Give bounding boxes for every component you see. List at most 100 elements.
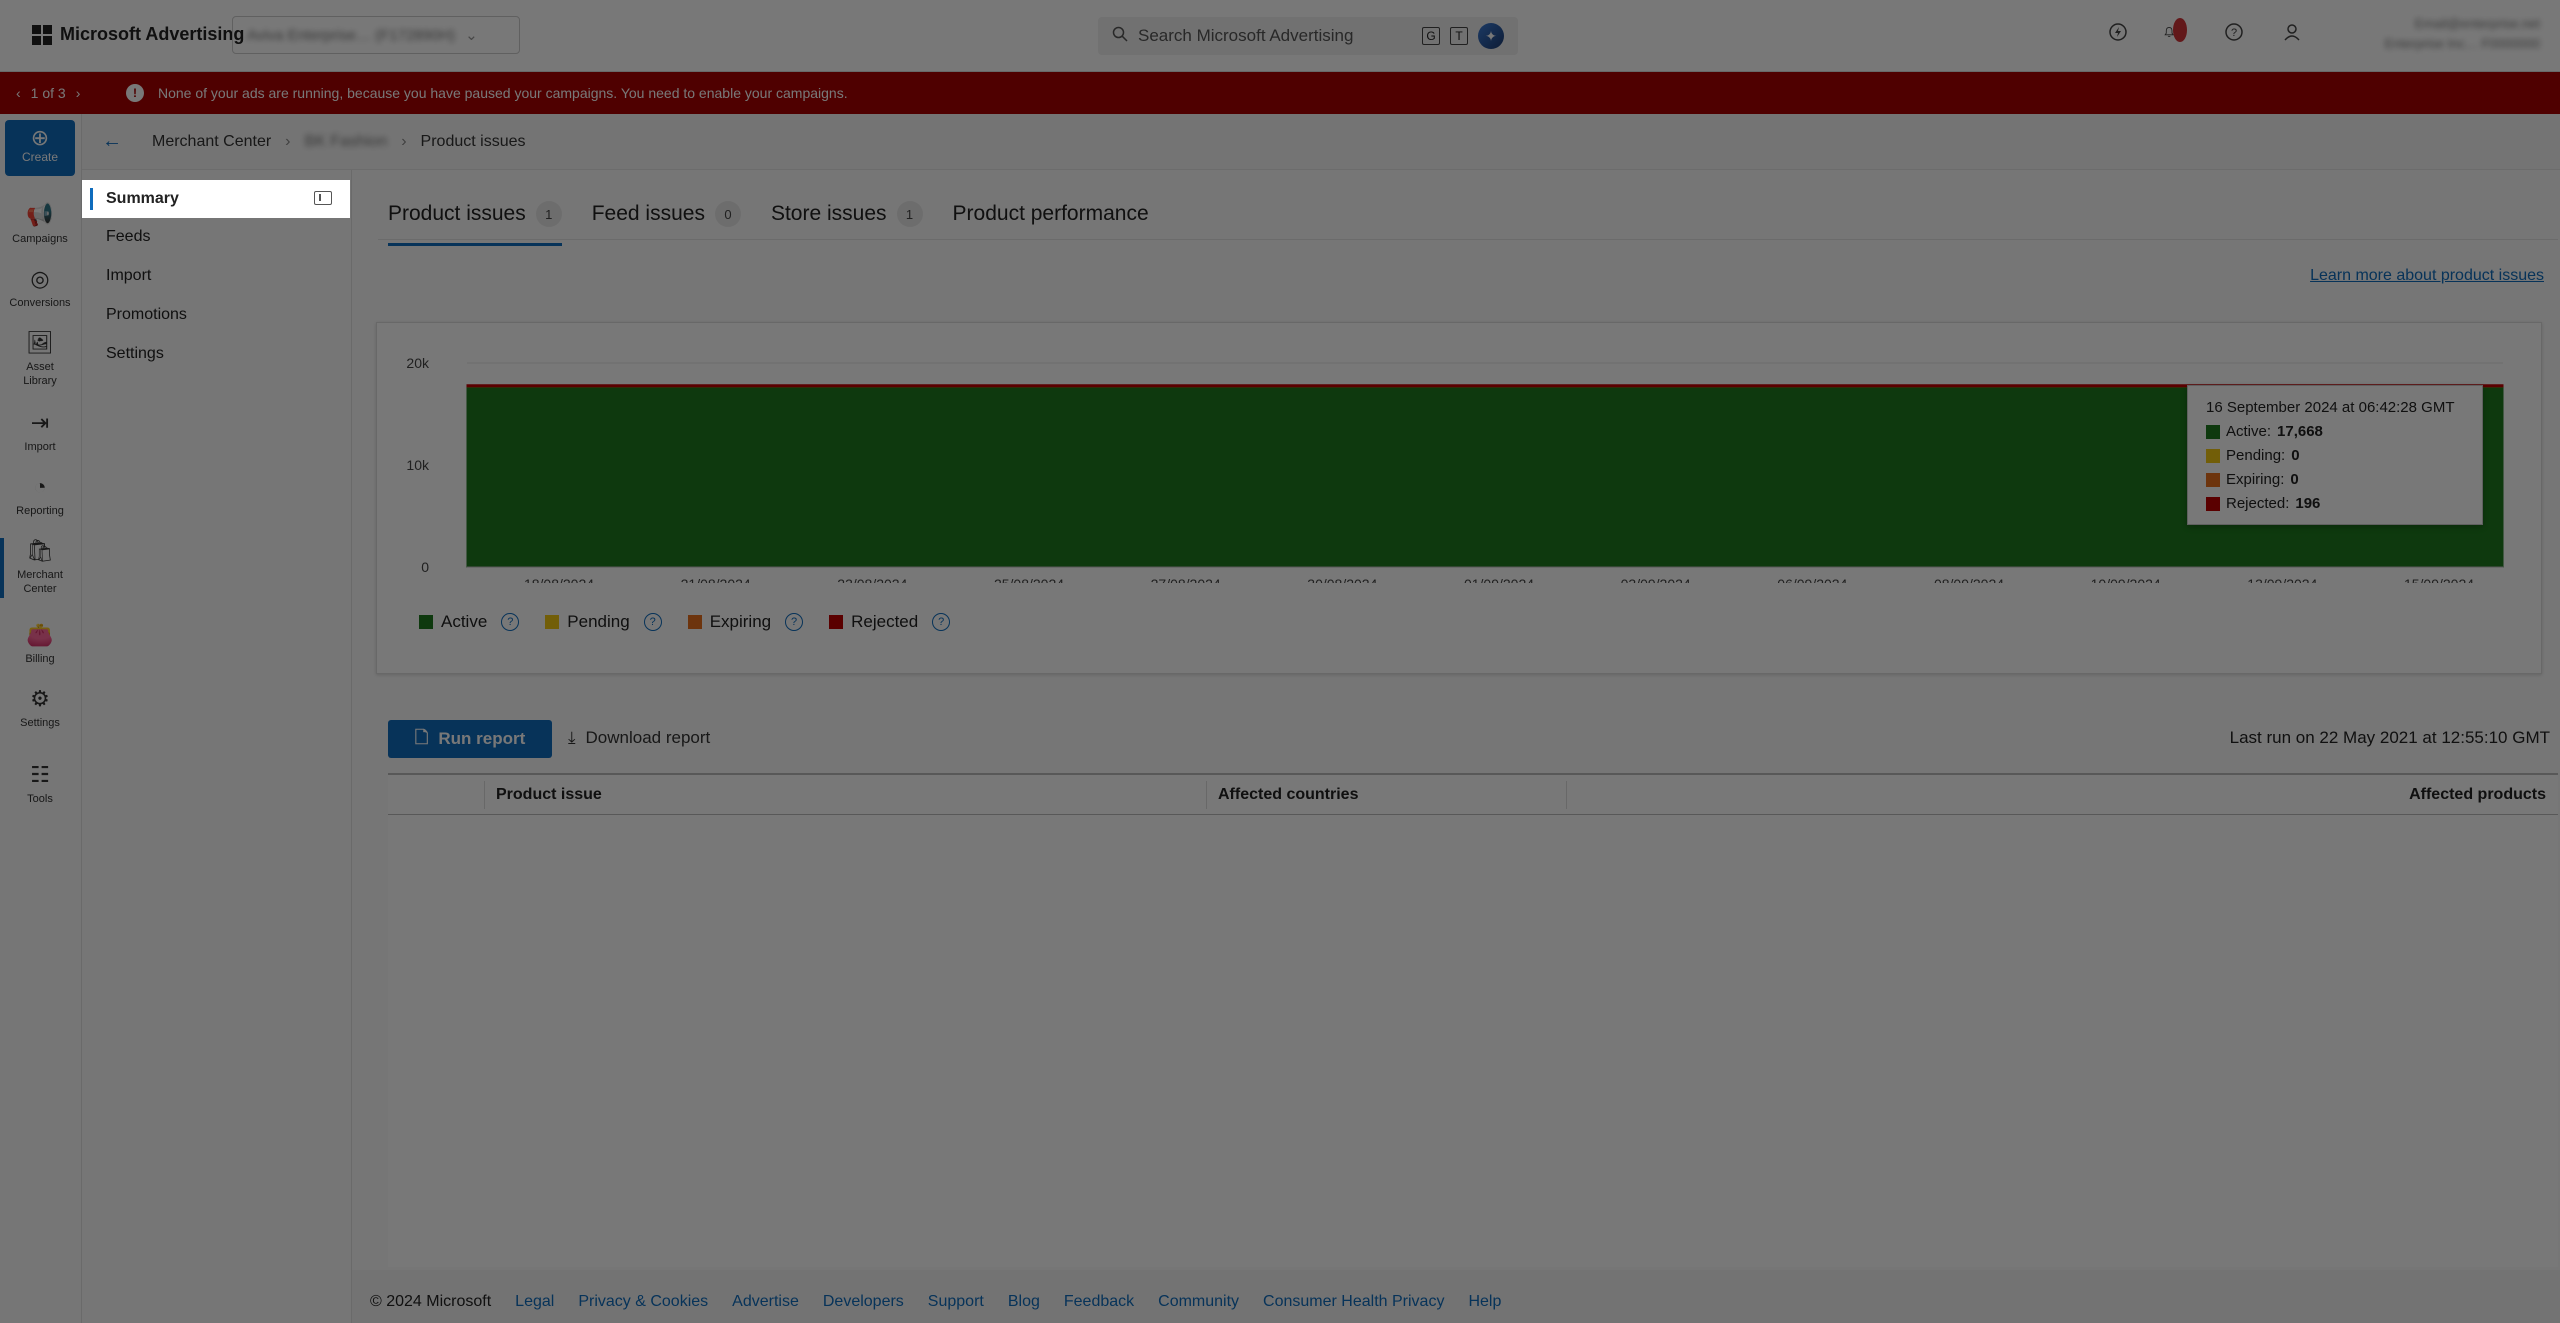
- legend-item-rejected[interactable]: Rejected ?: [829, 612, 951, 632]
- subnav-label: Summary: [106, 190, 179, 207]
- create-button[interactable]: ⊕ Create: [5, 120, 75, 176]
- chevron-right-icon[interactable]: ›: [76, 85, 81, 101]
- help-icon[interactable]: ?: [501, 613, 520, 631]
- alert-banner: ‹ 1 of 3 › ! None of your ads are runnin…: [0, 72, 2560, 114]
- microsoft-logo-icon: [32, 24, 52, 45]
- rail-item-asset-library[interactable]: 🖼 Asset Library: [0, 330, 80, 388]
- x-tick-label: 27/08/2024: [1151, 576, 1221, 583]
- chevron-left-icon[interactable]: ‹: [16, 85, 21, 101]
- footer-link-advertise[interactable]: Advertise: [732, 1293, 799, 1311]
- support-chat-icon[interactable]: [2106, 20, 2130, 44]
- search-input[interactable]: Search Microsoft Advertising: [1138, 26, 1412, 46]
- last-run-text: Last run on 22 May 2021 at 12:55:10 GMT: [2229, 728, 2550, 747]
- column-header-product-issue[interactable]: Product issue: [496, 775, 602, 815]
- help-icon[interactable]: ?: [785, 613, 804, 631]
- back-arrow-icon[interactable]: ←: [102, 130, 122, 153]
- tooltip-label: Expiring:: [2226, 471, 2285, 488]
- pie-chart-icon: ◔: [33, 474, 47, 499]
- breadcrumb-current: Product issues: [420, 132, 526, 150]
- rail-item-conversions[interactable]: ◎ Conversions: [0, 266, 80, 310]
- app-logo[interactable]: Microsoft Advertising: [32, 24, 244, 45]
- subnav-item-promotions[interactable]: Promotions: [82, 296, 350, 334]
- search-box[interactable]: Search Microsoft Advertising G T ✦: [1098, 17, 1518, 55]
- footer-link-help[interactable]: Help: [1468, 1293, 1501, 1311]
- legend-label: Expiring: [709, 612, 772, 631]
- help-icon[interactable]: ?: [2222, 20, 2246, 44]
- legend-item-expiring[interactable]: Expiring ?: [687, 612, 804, 632]
- subnav-label: Settings: [106, 345, 164, 362]
- copilot-icon[interactable]: ✦: [1478, 23, 1504, 49]
- rail-label: Conversions: [9, 297, 71, 309]
- rail-item-import[interactable]: ⇥ Import: [0, 410, 80, 454]
- main-content: Product issues 1 Feed issues 0 Store iss…: [352, 170, 2560, 1270]
- tab-product-performance[interactable]: Product performance: [953, 188, 1149, 240]
- tab-product-issues[interactable]: Product issues 1: [388, 188, 562, 246]
- subnav-item-summary-highlight[interactable]: Summary: [82, 180, 350, 218]
- header-icons: ?: [2106, 18, 2304, 44]
- tab-store-issues[interactable]: Store issues 1: [771, 188, 923, 240]
- rail-item-campaigns[interactable]: 📢 Campaigns: [0, 202, 80, 246]
- column-separator: [1566, 781, 1567, 809]
- x-tick-label: 21/08/2024: [681, 576, 751, 583]
- tooltip-swatch: [2206, 425, 2220, 439]
- footer-link-support[interactable]: Support: [928, 1293, 984, 1311]
- account-picker[interactable]: Aviva Enterprise… (F172890H) ⌄: [232, 16, 520, 54]
- column-separator: [484, 781, 485, 809]
- rail-item-settings[interactable]: ⚙ Settings: [0, 686, 80, 730]
- tooltip-swatch: [2206, 497, 2220, 511]
- rail-item-tools[interactable]: ☷ Tools: [0, 762, 80, 806]
- collapse-panel-icon[interactable]: [314, 191, 332, 205]
- legend-item-active[interactable]: Active ?: [419, 612, 520, 632]
- column-header-affected-products[interactable]: Affected products: [2409, 775, 2546, 815]
- rail-item-billing[interactable]: 👛 Billing: [0, 622, 80, 666]
- legend-swatch: [545, 615, 560, 629]
- tooltip-row-pending: Pending: 0: [2206, 444, 2464, 468]
- rail-item-merchant-center[interactable]: 🛍 Merchant Center: [0, 538, 80, 596]
- subnav-item-settings[interactable]: Settings: [82, 335, 350, 373]
- plus-circle-icon: ⊕: [30, 125, 50, 150]
- help-icon[interactable]: ?: [643, 613, 662, 631]
- breadcrumb-store[interactable]: BK Fashion: [305, 133, 388, 151]
- help-icon[interactable]: ?: [932, 613, 951, 631]
- footer-link-community[interactable]: Community: [1158, 1293, 1239, 1311]
- tab-bar: Product issues 1 Feed issues 0 Store iss…: [388, 188, 1149, 246]
- legend-swatch: [419, 615, 433, 629]
- footer-link-feedback[interactable]: Feedback: [1064, 1293, 1134, 1311]
- wallet-icon: 👛: [26, 622, 54, 647]
- x-tick-label: 01/09/2024: [1464, 576, 1534, 583]
- column-header-affected-countries[interactable]: Affected countries: [1218, 775, 1358, 815]
- notifications-bell-icon[interactable]: [2164, 18, 2188, 44]
- user-profile-icon[interactable]: [2280, 20, 2304, 44]
- y-tick-label: 20k: [406, 355, 430, 371]
- rail-label: Tools: [27, 793, 53, 805]
- footer-link-developers[interactable]: Developers: [823, 1293, 904, 1311]
- user-info[interactable]: Email@enterprise.net Enterprise Inc… F00…: [2322, 14, 2540, 54]
- shortcut-g-icon: G: [1422, 27, 1440, 45]
- x-tick-label: 06/09/2024: [1777, 576, 1847, 583]
- user-email: Email@enterprise.net: [2414, 16, 2540, 31]
- subnav-item-import[interactable]: Import: [82, 257, 350, 295]
- breadcrumb-root[interactable]: Merchant Center: [152, 133, 271, 151]
- tab-label: Product issues: [388, 202, 526, 225]
- footer-link-consumer-health-privacy[interactable]: Consumer Health Privacy: [1263, 1293, 1444, 1311]
- rail-item-reporting[interactable]: ◔ Reporting: [0, 474, 80, 518]
- highlighted-summary-item[interactable]: Summary: [82, 180, 350, 218]
- legend-item-pending[interactable]: Pending ?: [545, 612, 662, 632]
- tooltip-label: Active:: [2226, 423, 2272, 440]
- account-name: Aviva Enterprise… (F172890H): [247, 26, 456, 44]
- footer-link-legal[interactable]: Legal: [515, 1293, 554, 1311]
- chevron-right-icon: ›: [285, 132, 291, 150]
- footer-link-privacy[interactable]: Privacy & Cookies: [578, 1293, 708, 1311]
- run-report-button[interactable]: 🗋 Run report: [388, 720, 552, 758]
- chart-tooltip: 16 September 2024 at 06:42:28 GMT Active…: [2187, 385, 2483, 525]
- tab-feed-issues[interactable]: Feed issues 0: [592, 188, 741, 240]
- banner-pager: ‹ 1 of 3 ›: [16, 85, 108, 101]
- tooltip-title: 16 September 2024 at 06:42:28 GMT: [2206, 399, 2455, 416]
- subnav-item-feeds[interactable]: Feeds: [82, 218, 350, 256]
- download-report-button[interactable]: ⤓ Download report: [568, 728, 710, 748]
- tooltip-value: 196: [2295, 495, 2321, 512]
- learn-more-link[interactable]: Learn more about product issues: [2310, 267, 2544, 285]
- top-bar: Microsoft Advertising Aviva Enterprise… …: [0, 0, 2560, 72]
- footer-link-blog[interactable]: Blog: [1008, 1293, 1040, 1311]
- tooltip-value: 17,668: [2277, 423, 2323, 440]
